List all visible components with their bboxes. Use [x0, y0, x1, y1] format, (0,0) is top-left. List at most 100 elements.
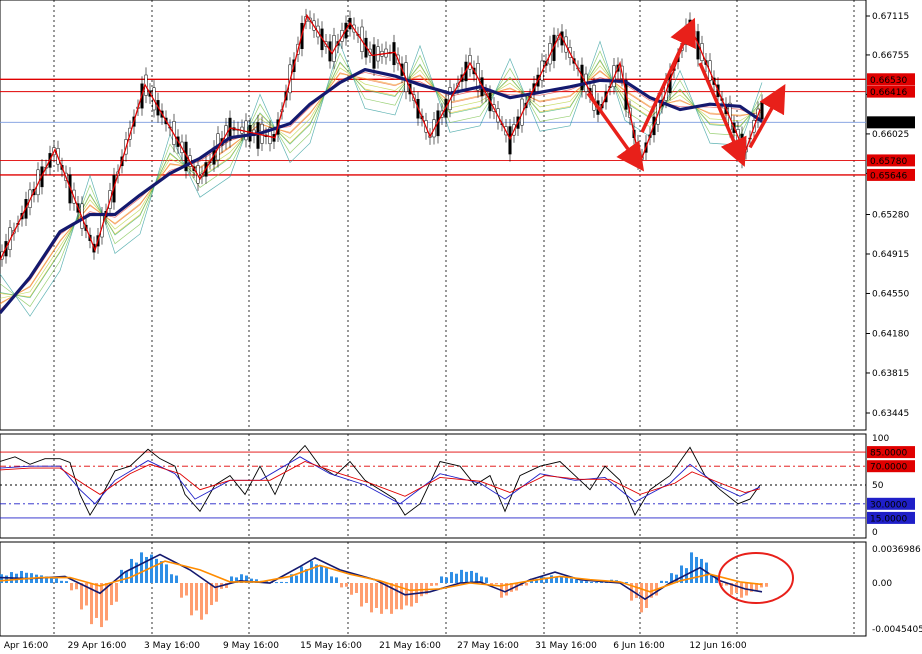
macd-histogram-bar: [190, 583, 193, 616]
price-y-tick-label: 0.66755: [872, 51, 909, 61]
macd-histogram-bar: [585, 581, 588, 583]
macd-histogram-bar: [175, 575, 178, 583]
macd-histogram-bar: [370, 583, 373, 613]
macd-histogram-bar: [590, 581, 593, 583]
macd-histogram-bar: [550, 575, 553, 583]
x-tick-label: 31 May 16:00: [535, 641, 597, 651]
macd-histogram-bar: [595, 582, 598, 584]
stochastic-y-tick-label: 15.0000: [870, 514, 907, 524]
macd-histogram-bar: [375, 583, 378, 608]
macd-histogram-bar: [180, 583, 183, 598]
price-level-label: 0.65780: [870, 157, 907, 167]
candle-body: [256, 122, 260, 149]
macd-histogram-bar: [470, 570, 473, 583]
macd-histogram-bar: [665, 581, 668, 583]
macd-histogram-bar: [75, 583, 78, 590]
price-y-tick-label: 0.63815: [872, 369, 909, 379]
macd-histogram-bar: [460, 569, 463, 583]
macd-histogram-bar: [765, 583, 768, 587]
macd-histogram-bar: [735, 583, 738, 593]
forecast-arrow: [586, 92, 645, 172]
macd-histogram-bar: [565, 577, 568, 583]
x-tick-label: 6 Jun 16:00: [613, 641, 665, 651]
stochastic-series-line: [0, 444, 761, 517]
macd-histogram-bar: [200, 583, 203, 620]
macd-histogram-bar: [325, 568, 328, 583]
macd-histogram-bar: [40, 575, 43, 583]
macd-histogram-bar: [130, 558, 133, 583]
stochastic-y-tick-label: 70.0000: [870, 463, 907, 473]
macd-histogram-bar: [440, 576, 443, 583]
x-tick-label: Apr 16:00: [4, 641, 49, 651]
macd-histogram-bar: [445, 577, 448, 583]
macd-histogram-bar: [345, 583, 348, 587]
price-y-tick-label: 0.63445: [872, 409, 909, 419]
stochastic-y-tick-label: 30.0000: [870, 500, 907, 510]
price-y-tick-label: 0.65280: [872, 211, 909, 221]
stochastic-panel-frame: [0, 433, 867, 539]
macd-histogram-bar: [115, 583, 118, 602]
x-tick-label: 3 May 16:00: [144, 641, 200, 651]
macd-histogram-bar: [525, 583, 528, 586]
macd-histogram-bar: [55, 578, 58, 583]
macd-histogram-bar: [350, 583, 353, 595]
annotation-ellipse: [718, 552, 794, 604]
macd-histogram-bar: [170, 574, 173, 583]
macd-y-tick-label: 0.0036986: [872, 545, 921, 555]
macd-histogram-bar: [450, 572, 453, 583]
macd-histogram-bar: [430, 583, 433, 586]
macd-histogram-bar: [580, 580, 583, 583]
stochastic-y-tick-label: 100: [872, 434, 889, 444]
macd-histogram-bar: [340, 583, 343, 588]
macd-histogram-bar: [660, 580, 663, 583]
price-panel-frame: [0, 0, 867, 431]
macd-histogram-bar: [205, 583, 208, 615]
macd-histogram-bar: [70, 583, 73, 591]
macd-histogram-bar: [0, 574, 3, 583]
macd-histogram-bar: [215, 583, 218, 602]
macd-histogram-bar: [645, 583, 648, 608]
macd-histogram-bar: [295, 575, 298, 583]
chart-svg: Apr 16:00 29 Apr 16:00 3 May 16:00 9 May 16…: [0, 0, 922, 651]
macd-histogram-bar: [310, 561, 313, 583]
macd-histogram-bar: [380, 583, 383, 614]
macd-histogram-bar: [95, 583, 98, 618]
price-y-tick-label: 0.64180: [872, 329, 909, 339]
macd-histogram-bar: [435, 583, 438, 586]
candle-body: [376, 46, 380, 62]
stochastic-y-tick-label: 85.0000: [870, 449, 907, 459]
macd-histogram-bar: [100, 583, 103, 628]
macd-histogram-bar: [465, 571, 468, 583]
macd-histogram-bar: [110, 583, 113, 606]
macd-histogram-bar: [455, 573, 458, 583]
macd-histogram-bar: [140, 552, 143, 583]
macd-histogram-bar: [485, 577, 488, 583]
macd-histogram-bar: [165, 564, 168, 583]
macd-histogram-bar: [700, 558, 703, 583]
macd-histogram-bar: [740, 583, 743, 598]
chart-window: Apr 16:00 29 Apr 16:00 3 May 16:00 9 May 16…: [0, 0, 922, 654]
price-y-tick-label: 0.64915: [872, 250, 909, 260]
price-level-label: 0.65646: [870, 171, 907, 181]
macd-histogram-bar: [280, 581, 283, 583]
macd-histogram-bar: [195, 583, 198, 611]
macd-histogram-bar: [355, 583, 358, 593]
macd-histogram-bar: [155, 558, 158, 583]
macd-histogram-bar: [80, 583, 83, 610]
macd-histogram-bar: [300, 566, 303, 583]
macd-histogram-bar: [60, 580, 63, 583]
macd-y-tick-label: 0.00: [872, 579, 892, 589]
candle-body: [508, 126, 512, 155]
macd-histogram-bar: [570, 578, 573, 583]
stochastic-y-tick-label: 50: [872, 481, 884, 491]
macd-histogram-bar: [160, 561, 163, 583]
macd-histogram-bar: [275, 582, 278, 584]
macd-histogram-bar: [495, 583, 498, 585]
x-tick-label: 15 May 16:00: [300, 641, 362, 651]
price-y-tick-label: 0.64550: [872, 289, 909, 299]
macd-histogram-bar: [365, 583, 368, 603]
macd-histogram-bar: [65, 581, 68, 583]
price-y-tick-label: 0.67115: [872, 12, 909, 22]
macd-histogram-bar: [20, 570, 23, 583]
x-tick-label: 21 May 16:00: [379, 641, 441, 651]
